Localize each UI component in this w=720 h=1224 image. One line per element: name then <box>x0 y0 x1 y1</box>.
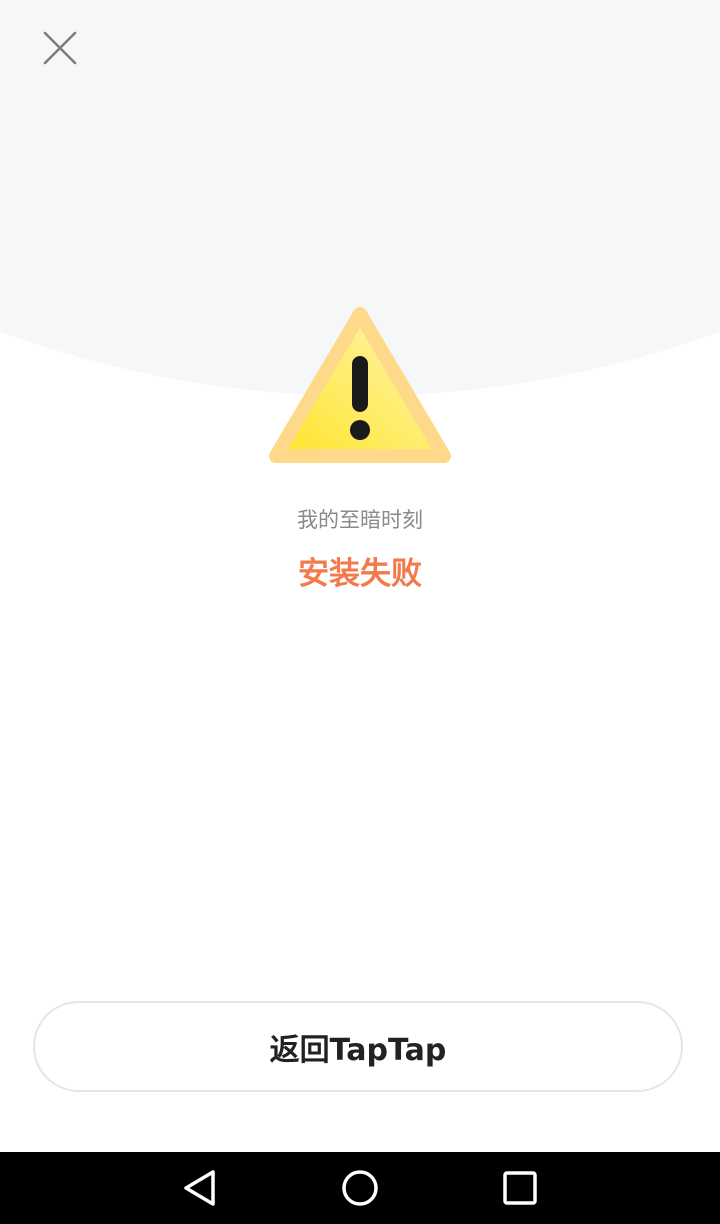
game-name: 我的至暗时刻 <box>297 508 423 532</box>
return-taptap-button[interactable]: 返回TapTap <box>33 1001 683 1092</box>
install-failed-screen: 我的至暗时刻 安装失败 返回TapTap <box>0 0 720 1224</box>
nav-home-icon <box>342 1170 378 1206</box>
close-icon <box>43 31 77 65</box>
nav-back-icon <box>184 1170 215 1206</box>
nav-home-button[interactable] <box>320 1152 400 1224</box>
nav-recents-icon <box>503 1171 537 1205</box>
navigation-bar <box>0 1152 720 1224</box>
nav-back-button[interactable] <box>160 1152 240 1224</box>
return-taptap-label: 返回TapTap <box>269 1032 447 1068</box>
install-status: 安装失败 <box>298 556 422 592</box>
warning-icon <box>269 307 451 463</box>
nav-recents-button[interactable] <box>480 1152 560 1224</box>
close-button[interactable] <box>30 20 90 76</box>
